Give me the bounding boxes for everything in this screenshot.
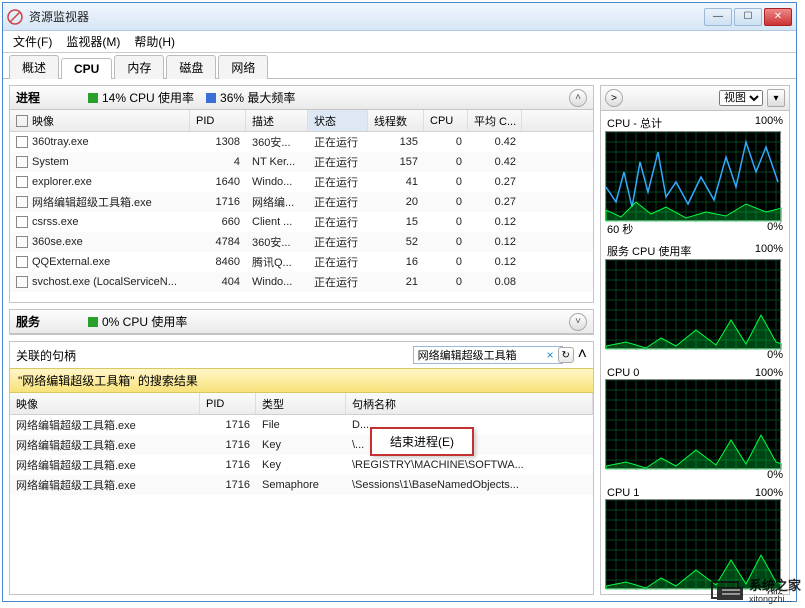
tab-bar: 概述 CPU 内存 磁盘 网络: [3, 53, 796, 79]
services-header[interactable]: 服务 0% CPU 使用率 ˅: [10, 310, 593, 334]
handle-columns: 映像 PID 类型 句柄名称: [10, 393, 593, 415]
handles-header: 关联的句柄 × ↻ ˄: [10, 342, 593, 368]
max-freq-swatch: [206, 93, 216, 103]
hcol-type[interactable]: 类型: [256, 393, 346, 414]
handles-panel: 关联的句柄 × ↻ ˄ "网络编辑超级工具箱" 的搜索结果 映像 PID 类型 …: [9, 341, 594, 595]
main-window: 资源监视器 — ☐ ✕ 文件(F) 监视器(M) 帮助(H) 概述 CPU 内存…: [2, 2, 797, 602]
row-checkbox[interactable]: [16, 216, 28, 228]
charts-pane: ˃ 视图 ▾ CPU - 总计100%60 秒0%服务 CPU 使用率100%0…: [600, 85, 790, 595]
handle-list[interactable]: 网络编辑超级工具箱.exe1716FileD...网络编辑超级工具箱.exe17…: [10, 415, 593, 495]
view-dropdown-icon[interactable]: ▾: [767, 89, 785, 107]
col-cpu[interactable]: CPU: [424, 110, 468, 131]
tab-disk[interactable]: 磁盘: [166, 55, 216, 79]
maximize-button[interactable]: ☐: [734, 8, 762, 26]
col-status[interactable]: 状态: [308, 110, 368, 131]
process-row[interactable]: 网络编辑超级工具箱.exe1716网络编...正在运行2000.27: [10, 192, 593, 212]
watermark: 系统之家xitongzhi...: [711, 575, 801, 604]
row-checkbox[interactable]: [16, 176, 28, 188]
charts-container: CPU - 总计100%60 秒0%服务 CPU 使用率100%0%CPU 01…: [600, 111, 790, 595]
cpu-usage-text: 14% CPU 使用率: [102, 89, 194, 106]
handle-search-input[interactable]: [413, 346, 563, 364]
close-button[interactable]: ✕: [764, 8, 792, 26]
max-freq-text: 36% 最大频率: [220, 89, 295, 106]
menu-bar: 文件(F) 监视器(M) 帮助(H): [3, 31, 796, 53]
refresh-search-icon[interactable]: ↻: [558, 347, 574, 363]
chart-0: CPU - 总计100%60 秒0%: [605, 115, 785, 237]
hcol-name[interactable]: 句柄名称: [346, 393, 593, 414]
handle-row[interactable]: 网络编辑超级工具箱.exe1716Key\REGISTRY\MACHINE\SO…: [10, 455, 593, 475]
row-checkbox[interactable]: [16, 136, 28, 148]
handles-title: 关联的句柄: [16, 347, 409, 364]
row-checkbox[interactable]: [16, 196, 28, 208]
col-threads[interactable]: 线程数: [368, 110, 424, 131]
services-title: 服务: [16, 313, 76, 330]
process-row[interactable]: 360tray.exe1308360安...正在运行13500.42: [10, 132, 593, 152]
menu-file[interactable]: 文件(F): [13, 33, 52, 50]
collapse-charts-icon[interactable]: ˃: [605, 89, 623, 107]
process-row[interactable]: QQExternal.exe8460腾讯Q...正在运行1600.12: [10, 252, 593, 272]
col-avg[interactable]: 平均 C...: [468, 110, 522, 131]
row-checkbox[interactable]: [16, 276, 28, 288]
menu-help[interactable]: 帮助(H): [134, 33, 175, 50]
select-all-checkbox[interactable]: [16, 115, 28, 127]
services-panel: 服务 0% CPU 使用率 ˅: [9, 309, 594, 335]
search-results-banner: "网络编辑超级工具箱" 的搜索结果: [10, 368, 593, 393]
cpu-usage-swatch: [88, 93, 98, 103]
svc-cpu-text: 0% CPU 使用率: [102, 313, 187, 330]
chart-1: 服务 CPU 使用率100%0%: [605, 243, 785, 361]
minimize-button[interactable]: —: [704, 8, 732, 26]
window-title: 资源监视器: [29, 8, 704, 25]
svc-cpu-swatch: [88, 317, 98, 327]
row-checkbox[interactable]: [16, 236, 28, 248]
title-bar[interactable]: 资源监视器 — ☐ ✕: [3, 3, 796, 31]
collapse-handles-icon[interactable]: ˄: [578, 346, 587, 364]
handle-row[interactable]: 网络编辑超级工具箱.exe1716FileD...: [10, 415, 593, 435]
processes-header[interactable]: 进程 14% CPU 使用率 36% 最大频率 ˄: [10, 86, 593, 110]
handle-row[interactable]: 网络编辑超级工具箱.exe1716Key\...: [10, 435, 593, 455]
hcol-image[interactable]: 映像: [10, 393, 200, 414]
end-process-label: 结束进程(E): [390, 435, 454, 449]
charts-header: ˃ 视图 ▾: [600, 85, 790, 111]
col-image[interactable]: 映像: [32, 113, 54, 129]
tab-cpu[interactable]: CPU: [61, 58, 112, 79]
process-row[interactable]: explorer.exe1640Windo...正在运行4100.27: [10, 172, 593, 192]
col-desc[interactable]: 描述: [246, 110, 308, 131]
processes-panel: 进程 14% CPU 使用率 36% 最大频率 ˄ 映像 PID 描述 状态 线…: [9, 85, 594, 303]
handle-row[interactable]: 网络编辑超级工具箱.exe1716Semaphore\Sessions\1\Ba…: [10, 475, 593, 495]
clear-search-icon[interactable]: ×: [547, 348, 554, 362]
process-row[interactable]: System4NT Ker...正在运行15700.42: [10, 152, 593, 172]
row-checkbox[interactable]: [16, 256, 28, 268]
tab-overview[interactable]: 概述: [9, 55, 59, 79]
process-row[interactable]: 360se.exe4784360安...正在运行5200.12: [10, 232, 593, 252]
row-checkbox[interactable]: [16, 156, 28, 168]
process-columns: 映像 PID 描述 状态 线程数 CPU 平均 C...: [10, 110, 593, 132]
menu-monitor[interactable]: 监视器(M): [66, 33, 120, 50]
tab-memory[interactable]: 内存: [114, 55, 164, 79]
context-menu-end-process[interactable]: 结束进程(E): [370, 427, 474, 456]
view-select[interactable]: 视图: [719, 90, 763, 106]
process-row[interactable]: csrss.exe660Client ...正在运行1500.12: [10, 212, 593, 232]
collapse-processes-icon[interactable]: ˄: [569, 89, 587, 107]
tab-network[interactable]: 网络: [218, 55, 268, 79]
chart-2: CPU 0100%0%: [605, 367, 785, 481]
expand-services-icon[interactable]: ˅: [569, 313, 587, 331]
hcol-pid[interactable]: PID: [200, 393, 256, 414]
processes-title: 进程: [16, 89, 76, 106]
col-pid[interactable]: PID: [190, 110, 246, 131]
process-list[interactable]: 360tray.exe1308360安...正在运行13500.42System…: [10, 132, 593, 292]
app-icon: [7, 9, 23, 25]
process-row[interactable]: svchost.exe (LocalServiceN...404Windo...…: [10, 272, 593, 292]
